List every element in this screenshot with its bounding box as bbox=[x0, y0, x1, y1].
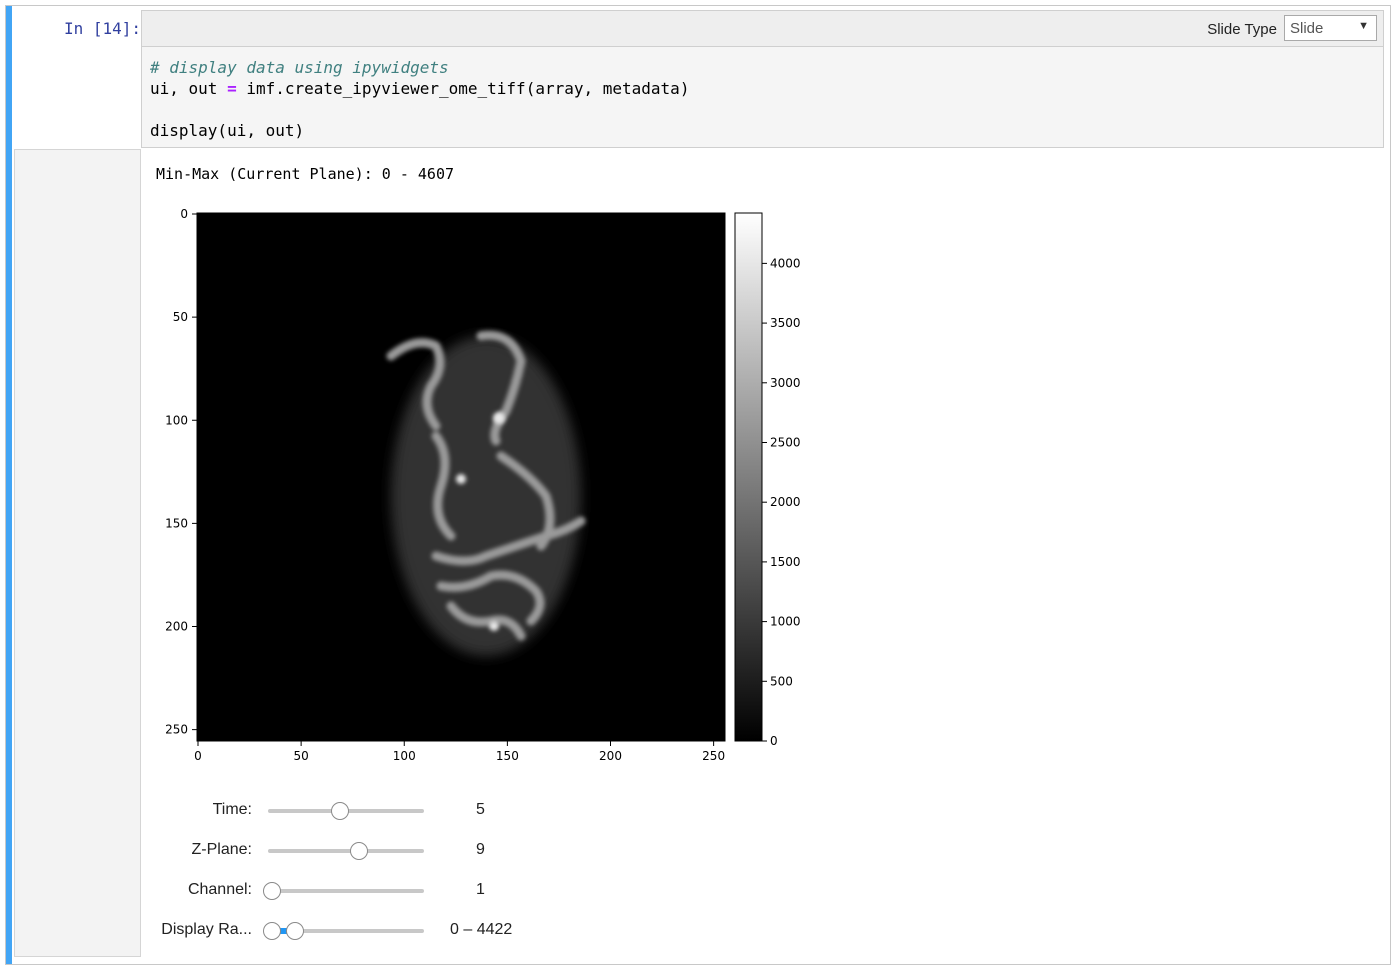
cell-toolbar: Slide Type Slide ▼ bbox=[141, 10, 1384, 46]
channel-slider-track[interactable] bbox=[268, 889, 424, 893]
z-plane-slider-handle[interactable] bbox=[350, 842, 368, 860]
colorbar-axis: 0 500 1000 1500 2000 2500 3000 3500 4000 bbox=[762, 256, 801, 748]
colorbar-tick-label: 2000 bbox=[770, 495, 801, 509]
dropdown-arrow-icon: ▼ bbox=[1358, 20, 1369, 32]
plot-figure: 0 50 100 150 200 250 0 50 100 150 200 250 0 500 1000… bbox=[165, 207, 801, 763]
colorbar bbox=[734, 212, 763, 742]
z-plane-slider-track[interactable] bbox=[268, 849, 424, 853]
x-tick-label: 50 bbox=[293, 749, 308, 763]
microscopy-image bbox=[197, 213, 725, 741]
x-tick-label: 250 bbox=[702, 749, 725, 763]
y-tick-label: 250 bbox=[165, 723, 188, 737]
x-tick-label: 150 bbox=[496, 749, 519, 763]
code-line-2a: ui, out bbox=[150, 79, 228, 98]
notebook-cell[interactable]: In [14]: Slide Type Slide ▼ # display da… bbox=[5, 5, 1391, 965]
y-tick-label: 50 bbox=[173, 310, 188, 324]
display-range-label: Display Ra... bbox=[161, 921, 252, 938]
channel-label: Channel: bbox=[187, 881, 252, 898]
x-tick-label: 200 bbox=[599, 749, 622, 763]
x-tick-label: 100 bbox=[393, 749, 416, 763]
channel-value[interactable]: 1 bbox=[476, 881, 485, 899]
colorbar-tick-label: 4000 bbox=[770, 256, 801, 270]
z-plane-value[interactable]: 9 bbox=[476, 841, 485, 859]
time-slider-handle[interactable] bbox=[331, 802, 349, 820]
slide-type-value: Slide bbox=[1290, 20, 1324, 37]
code-operator: = bbox=[227, 79, 237, 98]
y-tick-label: 200 bbox=[165, 620, 188, 634]
colorbar-tick-label: 1500 bbox=[770, 555, 801, 569]
y-axis: 0 50 100 150 200 250 bbox=[165, 207, 197, 737]
y-tick-label: 0 bbox=[180, 207, 188, 221]
channel-slider-handle[interactable] bbox=[263, 882, 281, 900]
x-axis: 0 50 100 150 200 250 bbox=[194, 741, 725, 763]
display-range-slider-handle-min[interactable] bbox=[263, 922, 281, 940]
time-label: Time: bbox=[212, 801, 252, 818]
code-line-2b: imf.create_ipyviewer_ome_tiff(array, met… bbox=[236, 79, 690, 98]
colorbar-tick-label: 0 bbox=[770, 734, 778, 748]
colorbar-tick-label: 3500 bbox=[770, 316, 801, 330]
colorbar-tick-label: 500 bbox=[770, 674, 793, 688]
colorbar-tick-label: 3000 bbox=[770, 376, 801, 390]
minmax-text: Min-Max (Current Plane): 0 - 4607 bbox=[156, 165, 455, 183]
colorbar-tick-label: 1000 bbox=[770, 615, 801, 629]
slide-type-label: Slide Type bbox=[1207, 21, 1277, 38]
code-line-4: display(ui, out) bbox=[150, 121, 305, 140]
cell-selected-bar bbox=[6, 6, 12, 964]
display-range-slider-handle-max[interactable] bbox=[286, 922, 304, 940]
colorbar-tick-label: 2500 bbox=[770, 435, 801, 449]
slide-type-select[interactable]: Slide ▼ bbox=[1284, 15, 1377, 41]
display-range-value[interactable]: 0 – 4422 bbox=[450, 921, 512, 939]
time-value[interactable]: 5 bbox=[476, 801, 485, 819]
output-prompt-area[interactable] bbox=[14, 149, 141, 957]
code-editor[interactable]: # display data using ipywidgets ui, out … bbox=[141, 46, 1384, 148]
y-tick-label: 150 bbox=[165, 516, 188, 530]
x-tick-label: 0 bbox=[194, 749, 202, 763]
code-comment: # display data using ipywidgets bbox=[150, 58, 449, 77]
y-tick-label: 100 bbox=[165, 413, 188, 427]
z-plane-label: Z-Plane: bbox=[191, 841, 252, 858]
input-prompt: In [14]: bbox=[63, 19, 141, 38]
